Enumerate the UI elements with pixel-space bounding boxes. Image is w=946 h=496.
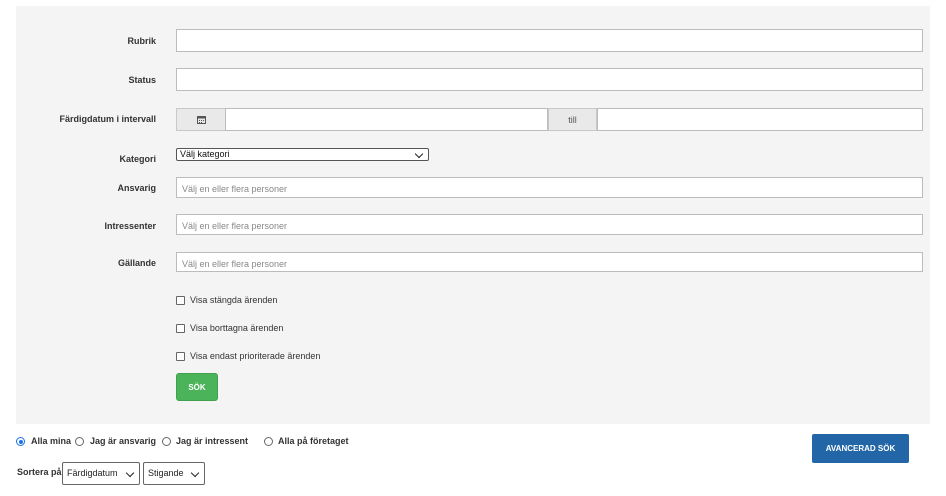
radio-jag-ar-intressent[interactable] <box>162 437 171 446</box>
intressenter-label: Intressenter <box>104 221 156 231</box>
fardigdatum-label: Färdigdatum i intervall <box>59 114 156 124</box>
radio-jag-ar-intressent-label: Jag är intressent <box>176 436 249 446</box>
fardigdatum-from-input[interactable] <box>225 108 548 131</box>
kategori-select[interactable]: Välj kategori <box>176 148 429 161</box>
visa-stangda-label: Visa stängda ärenden <box>190 295 278 305</box>
sort-order-select[interactable]: Stigande <box>143 462 205 485</box>
advanced-search-button[interactable]: AVANCERAD SÖK <box>812 434 909 463</box>
visa-prioriterade-label: Visa endast prioriterade ärenden <box>190 351 321 361</box>
radio-jag-ar-ansvarig-label: Jag är ansvarig <box>90 436 157 446</box>
visa-borttagna-label: Visa borttagna ärenden <box>190 323 284 333</box>
rubrik-label: Rubrik <box>127 36 156 46</box>
radio-alla-pa-foretaget[interactable] <box>264 437 273 446</box>
visa-stangda-checkbox[interactable] <box>176 296 185 305</box>
visa-prioriterade-checkbox[interactable] <box>176 352 185 361</box>
status-input[interactable] <box>176 68 923 91</box>
chevron-down-icon <box>190 468 200 478</box>
till-addon: till <box>548 108 597 131</box>
gallande-label: Gällande <box>117 258 156 268</box>
radio-alla-mina[interactable] <box>16 437 25 446</box>
radio-jag-ar-ansvarig[interactable] <box>75 437 84 446</box>
ansvarig-input[interactable]: Välj en eller flera personer <box>176 177 923 198</box>
sort-label: Sortera på <box>17 467 62 477</box>
chevron-down-icon <box>414 149 424 159</box>
sort-field-select[interactable]: Färdigdatum <box>62 462 140 485</box>
rubrik-input[interactable] <box>176 29 923 52</box>
fardigdatum-to-input[interactable] <box>597 108 923 131</box>
kategori-selected: Välj kategori <box>180 149 230 159</box>
chevron-down-icon <box>125 468 135 478</box>
sort-field-value: Färdigdatum <box>67 468 118 478</box>
ansvarig-label: Ansvarig <box>117 183 156 193</box>
search-button[interactable]: SÖK <box>176 373 218 401</box>
sort-order-value: Stigande <box>148 468 184 478</box>
calendar-icon <box>196 116 206 124</box>
gallande-input[interactable]: Välj en eller flera personer <box>176 252 923 272</box>
intressenter-input[interactable]: Välj en eller flera personer <box>176 214 923 235</box>
status-label: Status <box>128 75 156 85</box>
kategori-label: Kategori <box>119 154 156 164</box>
calendar-button[interactable] <box>176 108 226 131</box>
radio-alla-pa-foretaget-label: Alla på företaget <box>278 436 349 446</box>
visa-borttagna-checkbox[interactable] <box>176 324 185 333</box>
radio-alla-mina-label: Alla mina <box>31 436 72 446</box>
